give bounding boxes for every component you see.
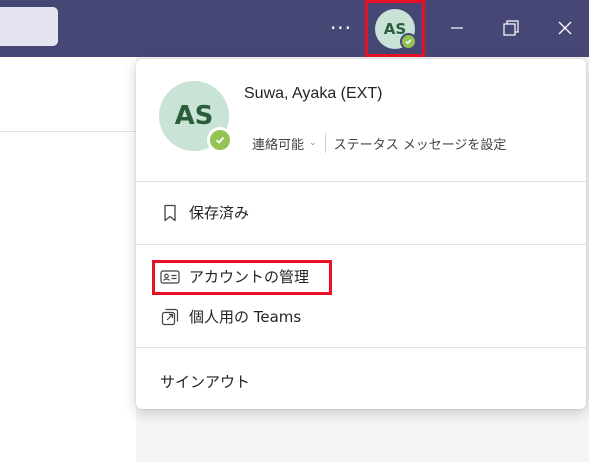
close-button[interactable] [543,8,587,48]
search-input[interactable] [0,7,58,46]
restore-button[interactable] [489,8,533,48]
presence-available-icon[interactable] [207,127,233,153]
menu-divider [136,181,586,182]
profile-menu: AS Suwa, Ayaka (EXT) 連絡可能 ⌄ ステータス メッセージを… [136,59,586,409]
more-options-button[interactable]: ··· [322,14,360,42]
minimize-icon [451,27,463,29]
content-divider [0,131,136,132]
menu-divider [136,347,586,348]
menu-item-label: 保存済み [189,204,250,222]
open-external-icon [160,307,180,327]
menu-divider [136,244,586,245]
status-row: 連絡可能 ⌄ ステータス メッセージを設定 [252,133,507,153]
avatar[interactable]: AS [375,8,417,50]
menu-item-saved[interactable]: 保存済み [160,202,249,223]
presence-available-icon [400,32,417,50]
profile-button-highlight[interactable]: AS [365,0,425,57]
chevron-down-icon: ⌄ [309,138,317,148]
menu-item-personal-teams[interactable]: 個人用の Teams [160,306,301,327]
main-content-area [0,57,136,462]
avatar-large-initials: AS [174,101,214,131]
more-icon: ··· [329,16,353,40]
user-name: Suwa, Ayaka (EXT) [244,85,383,102]
bookmark-icon [160,203,180,223]
title-bar: ··· AS [0,0,589,57]
close-icon [558,21,572,35]
minimize-button[interactable] [435,8,479,48]
status-label: 連絡可能 [252,137,305,153]
menu-item-label: 個人用の Teams [189,308,302,326]
set-status-message-link[interactable]: ステータス メッセージを設定 [334,134,507,153]
status-separator [324,133,326,153]
restore-icon [503,20,519,36]
sign-out-button[interactable]: サインアウト [160,371,250,392]
status-dropdown[interactable]: 連絡可能 ⌄ [252,134,317,153]
manage-account-highlight [152,260,332,295]
